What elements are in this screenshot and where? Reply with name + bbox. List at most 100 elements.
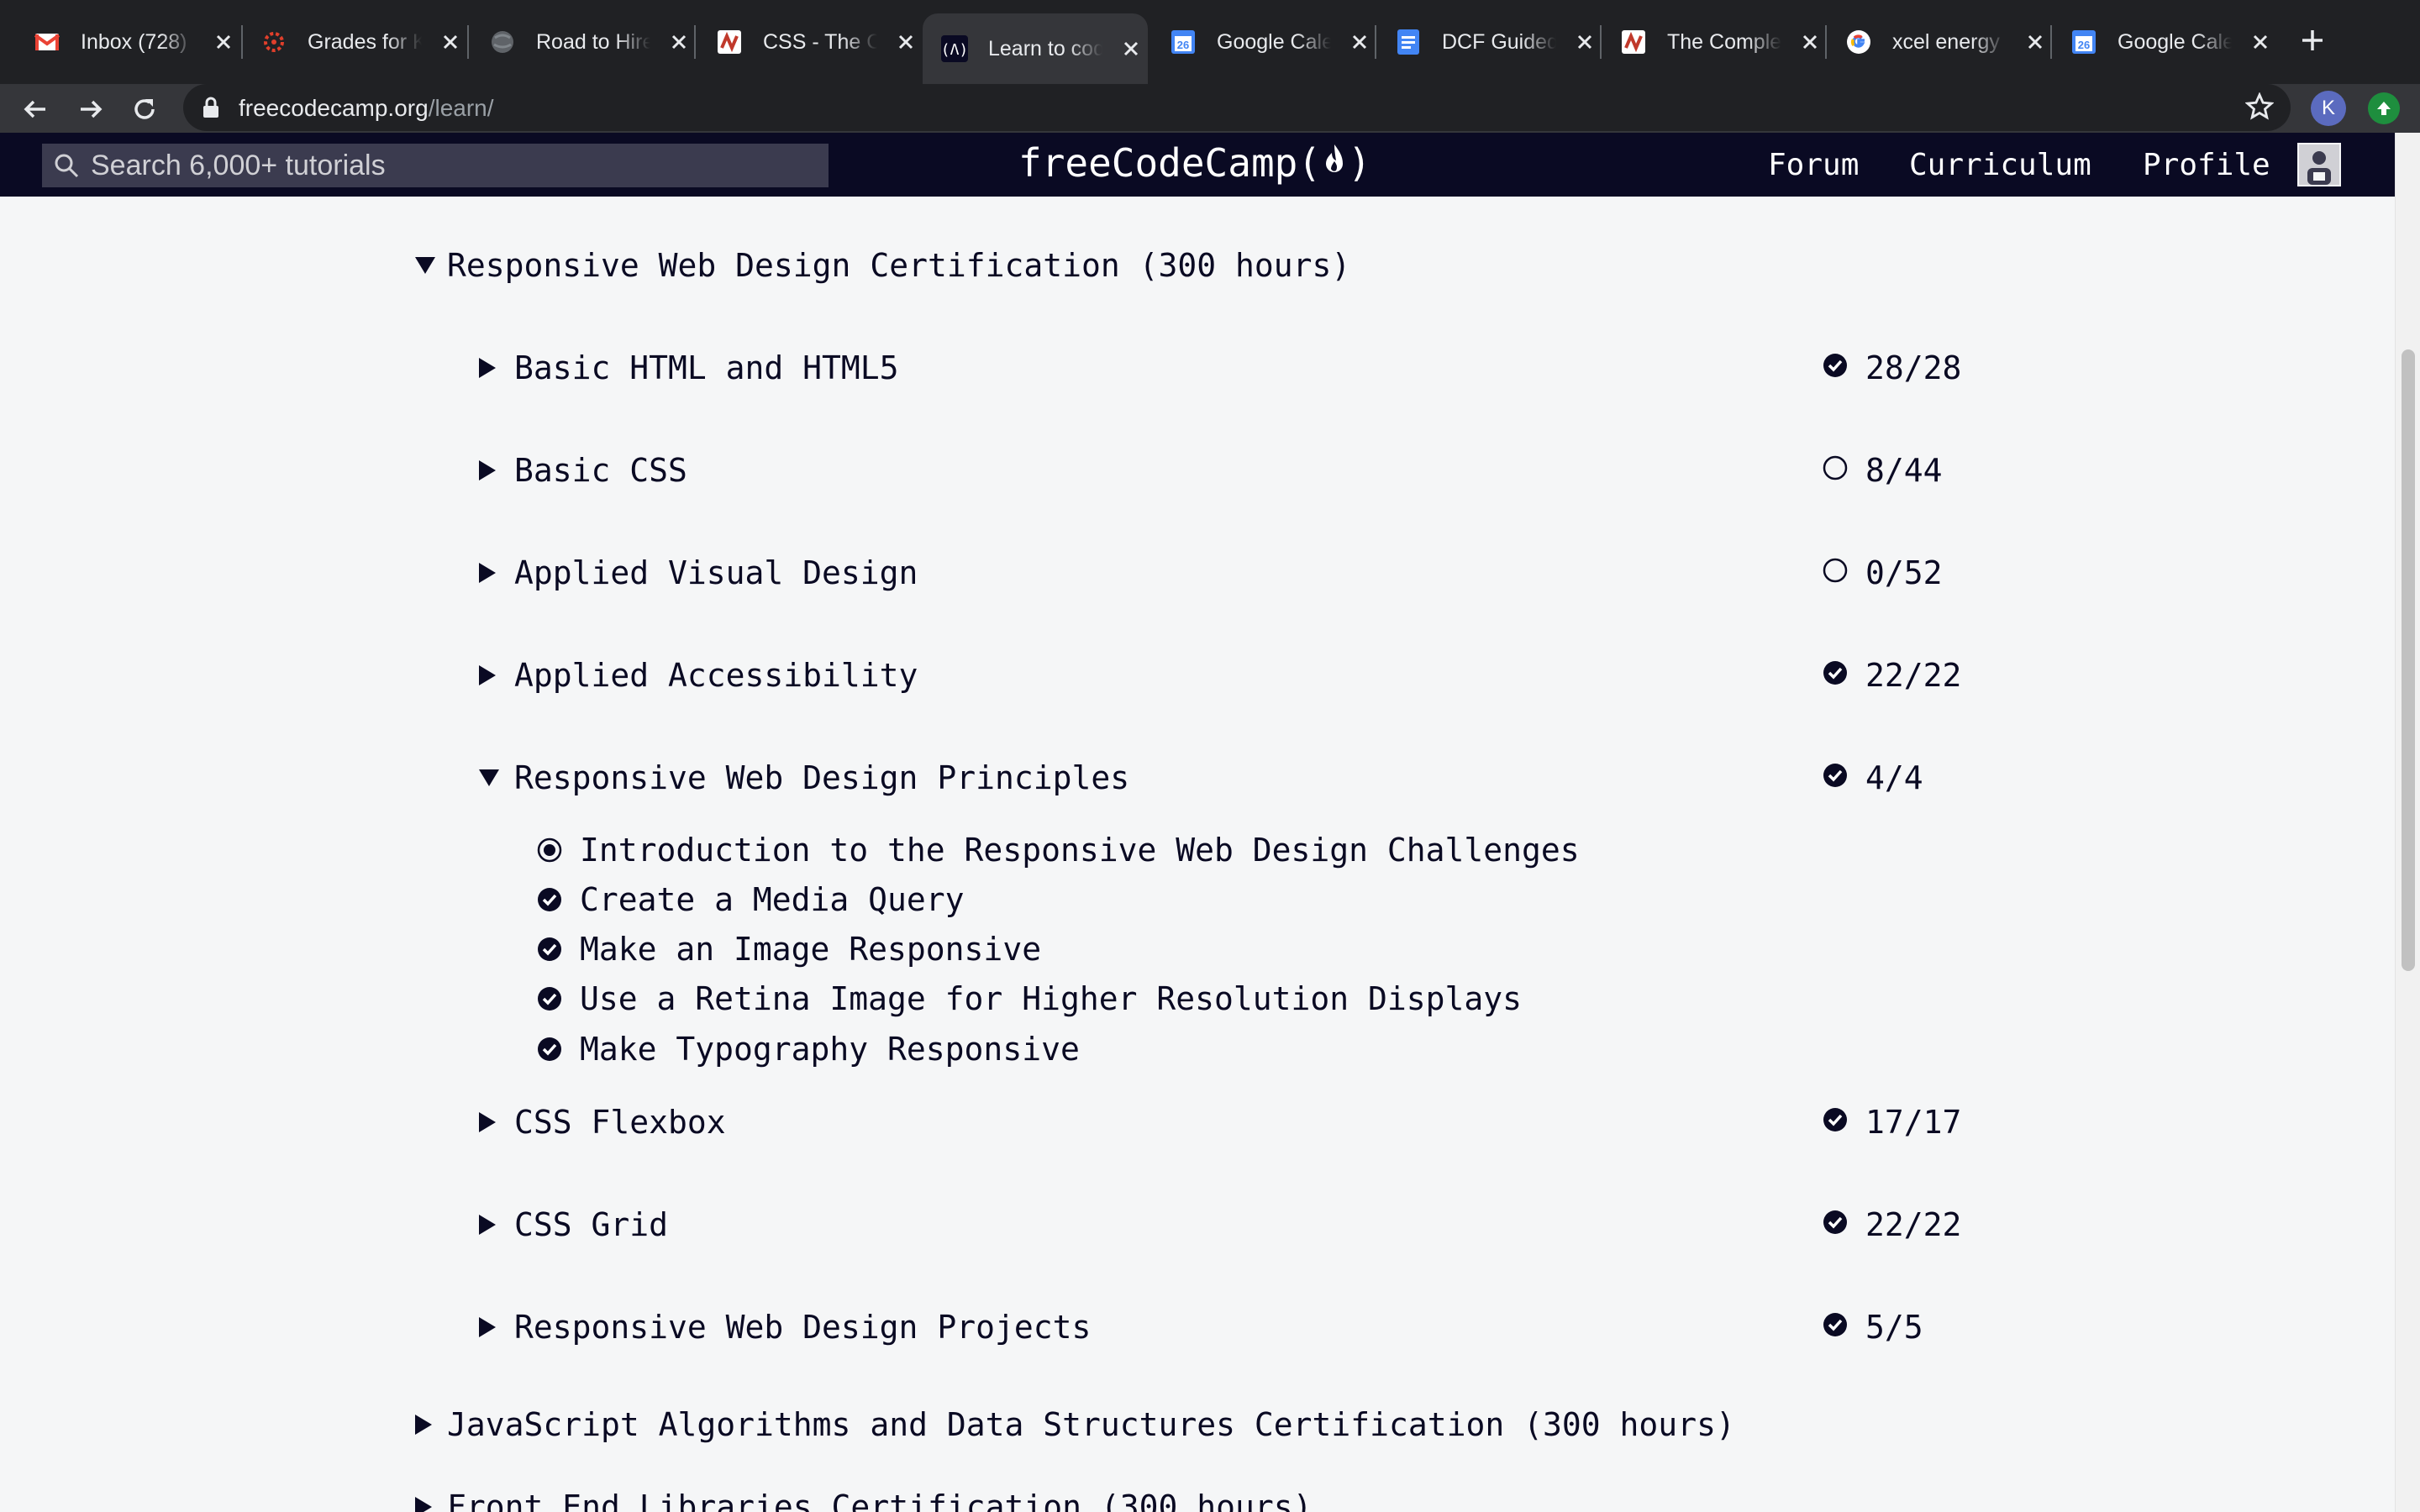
tab-title: Google Cale bbox=[1217, 29, 1331, 54]
profile-avatar[interactable]: K bbox=[2311, 91, 2346, 126]
address-bar[interactable]: freecodecamp.org/learn/ bbox=[183, 84, 2291, 131]
challenge-title: Create a Media Query bbox=[580, 881, 965, 918]
block-applied-visual-design[interactable]: Applied Visual Design bbox=[477, 554, 918, 591]
empty-circle-icon bbox=[1822, 554, 1849, 591]
check-circle-icon bbox=[1822, 657, 1849, 694]
close-tab-icon[interactable] bbox=[2023, 30, 2047, 54]
close-tab-icon[interactable] bbox=[1348, 30, 1371, 54]
bookmark-star-icon[interactable] bbox=[2244, 92, 2275, 125]
tab-inbox[interactable]: Inbox (728) bbox=[15, 15, 235, 69]
site-logo[interactable]: freeCodeCamp( ) bbox=[1018, 138, 1371, 188]
user-avatar[interactable] bbox=[2297, 143, 2341, 186]
block-basic-css[interactable]: Basic CSS bbox=[477, 452, 687, 489]
logo-text: freeCodeCamp( bbox=[1018, 140, 1322, 186]
tab-dcf-guided[interactable]: DCF Guided bbox=[1376, 15, 1597, 69]
check-circle-icon bbox=[536, 886, 580, 913]
site-navbar: freeCodeCamp( ) Forum Curriculum Profile bbox=[0, 133, 2395, 197]
tab-separator bbox=[467, 25, 469, 59]
url-path: /learn/ bbox=[428, 95, 494, 121]
nav-curriculum-link[interactable]: Curriculum bbox=[1909, 148, 2091, 182]
challenge-link[interactable]: Use a Retina Image for Higher Resolution… bbox=[536, 980, 1522, 1017]
block-css-grid[interactable]: CSS Grid bbox=[477, 1206, 668, 1243]
block-title: Responsive Web Design Principles bbox=[514, 759, 1130, 796]
scrollbar-thumb[interactable] bbox=[2402, 349, 2415, 971]
search-icon bbox=[54, 153, 82, 178]
block-basic-html[interactable]: Basic HTML and HTML5 bbox=[477, 349, 899, 386]
forward-button[interactable] bbox=[72, 91, 109, 128]
cert-javascript-algorithms[interactable]: JavaScript Algorithms and Data Structure… bbox=[413, 1406, 1735, 1443]
svg-text:26: 26 bbox=[1177, 39, 1189, 51]
tab-separator bbox=[694, 25, 696, 59]
block-responsive-web-design-projects[interactable]: Responsive Web Design Projects bbox=[477, 1309, 1091, 1346]
caret-right-icon bbox=[477, 356, 514, 380]
progress-count: 4/4 bbox=[1865, 759, 1923, 796]
lecture-icon bbox=[1620, 29, 1647, 55]
challenge-link[interactable]: Make an Image Responsive bbox=[536, 931, 1041, 968]
back-button[interactable] bbox=[17, 91, 54, 128]
lock-icon bbox=[202, 96, 220, 123]
new-tab-button[interactable] bbox=[2296, 24, 2329, 57]
search-bar[interactable] bbox=[42, 144, 829, 187]
block-progress: 22/22 bbox=[1822, 657, 1961, 694]
reload-button[interactable] bbox=[126, 91, 163, 128]
tab-grades[interactable]: Grades for K bbox=[242, 15, 462, 69]
close-tab-icon[interactable] bbox=[894, 30, 918, 54]
tab-the-complete[interactable]: The Comple bbox=[1602, 15, 1822, 69]
check-circle-icon bbox=[536, 985, 580, 1012]
tab-title: Google Cale bbox=[2118, 29, 2232, 54]
cert-title: JavaScript Algorithms and Data Structure… bbox=[447, 1406, 1735, 1443]
google-calendar-icon: 26 bbox=[2070, 29, 2097, 55]
challenge-link[interactable]: Introduction to the Responsive Web Desig… bbox=[536, 832, 1580, 869]
update-icon[interactable] bbox=[2368, 92, 2400, 124]
nav-forum-link[interactable]: Forum bbox=[1768, 148, 1859, 182]
close-tab-icon[interactable] bbox=[1573, 30, 1597, 54]
caret-right-icon bbox=[477, 1315, 514, 1339]
block-title: Basic HTML and HTML5 bbox=[514, 349, 899, 386]
check-circle-icon bbox=[1822, 759, 1849, 796]
block-progress: 4/4 bbox=[1822, 759, 1923, 796]
svg-text:(Λ): (Λ) bbox=[941, 41, 968, 59]
caret-right-icon bbox=[477, 664, 514, 687]
tab-google-calendar[interactable]: 26 Google Cale bbox=[1151, 15, 1371, 69]
tab-xcel-energy[interactable]: xcel energy bbox=[1827, 15, 2047, 69]
close-tab-icon[interactable] bbox=[667, 30, 691, 54]
search-input[interactable] bbox=[91, 149, 813, 182]
globe-icon bbox=[489, 29, 516, 55]
caret-right-icon bbox=[477, 1213, 514, 1236]
caret-right-icon bbox=[413, 1495, 447, 1512]
tab-road-to-hire[interactable]: Road to Hire bbox=[471, 15, 691, 69]
check-circle-icon bbox=[1822, 1104, 1849, 1141]
block-title: Applied Visual Design bbox=[514, 554, 918, 591]
caret-down-icon bbox=[477, 768, 514, 788]
google-icon bbox=[1845, 29, 1872, 55]
challenge-link[interactable]: Create a Media Query bbox=[536, 881, 965, 918]
nav-profile-link[interactable]: Profile bbox=[2143, 148, 2270, 182]
block-applied-accessibility[interactable]: Applied Accessibility bbox=[477, 657, 918, 694]
close-tab-icon[interactable] bbox=[1798, 30, 1822, 54]
progress-count: 5/5 bbox=[1865, 1309, 1923, 1346]
caret-right-icon bbox=[413, 1413, 447, 1436]
close-tab-icon[interactable] bbox=[1119, 37, 1143, 60]
flame-icon bbox=[1323, 140, 1346, 186]
url-host: freecodecamp.org bbox=[239, 95, 429, 121]
close-tab-icon[interactable] bbox=[439, 30, 462, 54]
tab-learn-to-code[interactable]: (Λ) Learn to cod bbox=[923, 13, 1148, 84]
close-tab-icon[interactable] bbox=[212, 30, 235, 54]
tab-google-calendar-2[interactable]: 26 Google Cale bbox=[2052, 15, 2272, 69]
cert-front-end-libraries[interactable]: Front End Libraries Certification (300 h… bbox=[413, 1488, 1313, 1512]
tab-css[interactable]: CSS - The C bbox=[697, 15, 918, 69]
logo-text-end: ) bbox=[1348, 140, 1371, 186]
progress-count: 8/44 bbox=[1865, 452, 1943, 489]
page-scrollbar[interactable] bbox=[2395, 133, 2420, 1512]
block-responsive-web-design-principles[interactable]: Responsive Web Design Principles bbox=[477, 759, 1129, 796]
cert-title: Responsive Web Design Certification (300… bbox=[447, 247, 1351, 284]
progress-count: 22/22 bbox=[1865, 657, 1962, 694]
svg-text:26: 26 bbox=[2078, 39, 2090, 51]
check-circle-icon bbox=[1822, 349, 1849, 386]
close-tab-icon[interactable] bbox=[2249, 30, 2272, 54]
challenge-link[interactable]: Make Typography Responsive bbox=[536, 1031, 1080, 1068]
url-text: freecodecamp.org/learn/ bbox=[239, 95, 494, 122]
block-css-flexbox[interactable]: CSS Flexbox bbox=[477, 1104, 726, 1141]
tab-title: Road to Hire bbox=[536, 29, 650, 54]
cert-responsive-web-design[interactable]: Responsive Web Design Certification (300… bbox=[413, 247, 1350, 284]
